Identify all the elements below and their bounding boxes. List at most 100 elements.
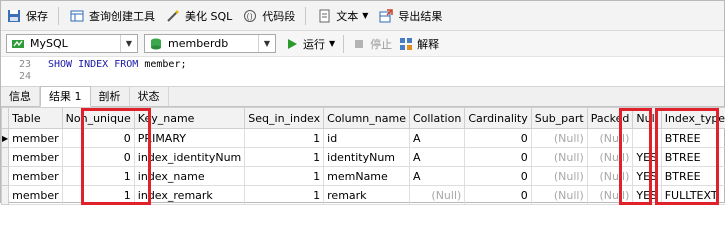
column-header[interactable]: Sub_part [530, 107, 588, 129]
table-cell[interactable]: (Null) [586, 185, 634, 205]
explain-icon [398, 36, 414, 52]
table-cell[interactable]: BTREE [660, 166, 725, 186]
explain-label: 解释 [417, 37, 440, 51]
table-cell[interactable]: 0 [464, 147, 532, 167]
snippet-icon: () [242, 8, 258, 24]
tab-status[interactable]: 状态 [130, 87, 169, 106]
table-cell[interactable]: A [408, 128, 466, 148]
table-cell[interactable]: YES [632, 166, 662, 186]
table-cell[interactable]: (Null) [530, 166, 588, 186]
table-cell[interactable]: A [408, 147, 466, 167]
table-cell[interactable]: 1 [61, 185, 135, 205]
navicat-query-window: 保存 查询创建工具 美化 SQL () 代码段 文本 ▼ 导出结果 MySQL … [0, 0, 725, 205]
table-cell[interactable]: 0 [61, 147, 135, 167]
result-table: Table Non_unique Key_name Seq_in_index C… [0, 107, 725, 205]
table-cell[interactable]: (Null) [530, 147, 588, 167]
table-cell[interactable]: 0 [464, 185, 532, 205]
query-builder-icon [69, 8, 85, 24]
query-builder-label: 查询创建工具 [89, 9, 155, 23]
table-row[interactable]: member 1 index_name 1 memName A 0 (Null) (Null) Y… [0, 166, 725, 186]
table-cell[interactable]: member [8, 128, 63, 148]
chevron-down-icon[interactable]: ▼ [258, 35, 275, 52]
column-header[interactable]: Collation [408, 107, 466, 129]
column-header[interactable]: Index_type [660, 107, 725, 129]
table-cell[interactable]: member [8, 147, 63, 167]
table-cell[interactable]: (Null) [530, 128, 588, 148]
database-value: memberdb [168, 37, 229, 50]
connection-select[interactable]: MySQL ▼ [6, 34, 138, 53]
table-cell[interactable]: 0 [464, 128, 532, 148]
column-header[interactable]: Null [632, 107, 662, 129]
table-cell[interactable]: (Null) [586, 147, 634, 167]
column-header[interactable]: Cardinality [464, 107, 532, 129]
sql-identifier: member; [144, 59, 187, 70]
run-button[interactable]: 运行 ▼ [284, 36, 335, 52]
column-header[interactable]: Table [8, 107, 63, 129]
stop-button[interactable]: 停止 [351, 36, 392, 52]
table-cell[interactable]: index_name [133, 166, 246, 186]
connection-bar: MySQL ▼ memberdb ▼ 运行 ▼ 停止 解释 [1, 31, 724, 57]
stop-label: 停止 [370, 37, 393, 51]
table-cell[interactable]: BTREE [660, 128, 725, 148]
tab-result-1[interactable]: 结果 1 [40, 86, 91, 107]
table-cell[interactable]: YES [632, 147, 662, 167]
table-row[interactable]: member 0 index_identityNum 1 identityNum A 0 (N… [0, 147, 725, 167]
table-cell[interactable]: identityNum [323, 147, 410, 167]
table-cell[interactable]: (Null) [530, 185, 588, 205]
table-cell[interactable]: remark [323, 185, 410, 205]
result-tabs: 信息 结果 1 剖析 状态 [1, 86, 724, 107]
beautify-icon [165, 8, 181, 24]
save-label: 保存 [26, 9, 48, 23]
tab-profile[interactable]: 剖析 [91, 87, 130, 106]
table-cell[interactable]: 1 [61, 166, 135, 186]
table-cell[interactable]: A [408, 166, 466, 186]
table-cell[interactable]: PRIMARY [133, 128, 246, 148]
query-builder-button[interactable]: 查询创建工具 [64, 5, 160, 27]
toolbar-separator [343, 34, 345, 53]
line-number: 24 [18, 71, 31, 82]
table-cell[interactable]: 0 [464, 166, 532, 186]
table-row[interactable]: ▶ member 0 PRIMARY 1 id A 0 (Null) (Null) BTREE [0, 128, 725, 148]
table-cell[interactable] [632, 128, 662, 148]
table-cell[interactable]: member [8, 185, 63, 205]
sql-editor[interactable]: 23 SHOW INDEX FROM member; 24 [1, 57, 724, 85]
table-cell[interactable]: index_remark [133, 185, 246, 205]
table-cell[interactable]: 1 [244, 185, 325, 205]
chevron-down-icon[interactable]: ▼ [120, 35, 137, 52]
table-cell[interactable]: 0 [61, 128, 135, 148]
table-cell[interactable]: 1 [244, 166, 325, 186]
column-header[interactable]: Column_name [323, 107, 410, 129]
table-cell[interactable]: (Null) [586, 128, 634, 148]
text-doc-icon [316, 8, 332, 24]
table-cell[interactable]: (Null) [408, 185, 466, 205]
table-cell[interactable]: 1 [244, 147, 325, 167]
column-header[interactable]: Key_name [133, 107, 246, 129]
text-label: 文本 [336, 9, 359, 23]
text-button[interactable]: 文本 ▼ [311, 5, 373, 27]
beautify-sql-label: 美化 SQL [185, 9, 233, 23]
beautify-sql-button[interactable]: 美化 SQL [160, 5, 237, 27]
table-row[interactable]: member 1 index_remark 1 remark (Null) 0 (Null)(… [0, 185, 725, 205]
tab-info[interactable]: 信息 [1, 87, 40, 106]
column-header[interactable]: Non_unique [61, 107, 135, 129]
database-select[interactable]: memberdb ▼ [144, 34, 276, 53]
toolbar: 保存 查询创建工具 美化 SQL () 代码段 文本 ▼ 导出结果 [1, 1, 724, 31]
table-cell[interactable]: 1 [244, 128, 325, 148]
explain-button[interactable]: 解释 [398, 36, 439, 52]
table-cell[interactable]: member [8, 166, 63, 186]
snippet-button[interactable]: () 代码段 [237, 5, 300, 27]
table-cell[interactable]: memName [323, 166, 410, 186]
toolbar-separator [305, 6, 307, 25]
table-cell[interactable]: id [323, 128, 410, 148]
table-cell[interactable]: FULLTEXT [660, 185, 725, 205]
column-header[interactable]: Packed [586, 107, 634, 129]
export-results-label: 导出结果 [398, 9, 443, 23]
table-cell[interactable]: YES [632, 185, 662, 205]
save-button[interactable]: 保存 [1, 5, 53, 27]
column-header[interactable]: Seq_in_index [244, 107, 325, 129]
table-cell[interactable]: (Null) [586, 166, 634, 186]
export-results-button[interactable]: 导出结果 [373, 5, 447, 27]
table-cell[interactable]: BTREE [660, 147, 725, 167]
table-cell[interactable]: index_identityNum [133, 147, 246, 167]
connection-icon [10, 36, 26, 52]
